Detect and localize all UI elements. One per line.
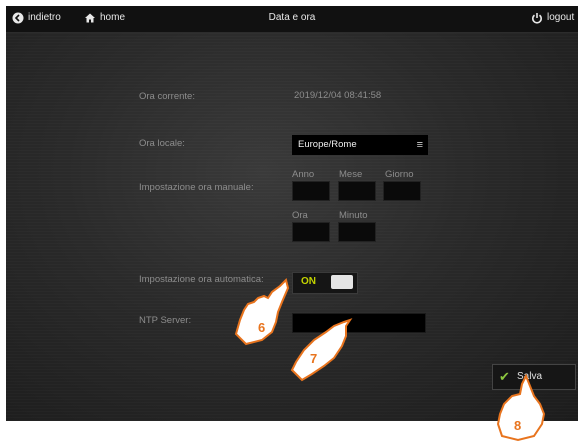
callout-hand-8: 8 (496, 374, 546, 442)
current-time-label: Ora corrente: (139, 91, 195, 102)
minute-label: Minuto (339, 210, 368, 221)
manual-time-label: Impostazione ora manuale: (139, 182, 254, 193)
menu-icon: ≡ (416, 139, 423, 151)
callout-hand-6: 6 (234, 278, 290, 346)
timezone-value: Europe/Rome (298, 139, 357, 150)
auto-time-toggle[interactable]: ON (292, 272, 358, 294)
logout-label: logout (547, 12, 575, 23)
day-label: Giorno (385, 169, 414, 180)
page-title: Data e ora (268, 12, 316, 23)
top-bar: indietro home Data e ora logout (6, 6, 578, 33)
toggle-state-label: ON (301, 276, 316, 287)
month-label: Mese (339, 169, 363, 180)
toggle-knob (331, 275, 353, 289)
callout-number-6: 6 (258, 320, 265, 335)
callout-hand-7: 7 (290, 318, 353, 382)
ntp-server-label: NTP Server: (139, 315, 192, 326)
callout-number-7: 7 (310, 351, 317, 366)
current-time-value: 2019/12/04 08:41:58 (294, 90, 382, 101)
year-label: Anno (292, 169, 315, 180)
month-field[interactable] (338, 181, 376, 201)
hour-field[interactable] (292, 222, 330, 242)
hour-label: Ora (292, 210, 308, 221)
local-time-label: Ora locale: (139, 138, 185, 149)
day-field[interactable] (383, 181, 421, 201)
power-icon (532, 13, 542, 24)
timezone-select[interactable]: Europe/Rome ≡ (292, 135, 428, 155)
logout-button[interactable]: logout (531, 11, 574, 25)
hand-icon (290, 318, 353, 382)
minute-field[interactable] (338, 222, 376, 242)
year-field[interactable] (292, 181, 330, 201)
callout-number-8: 8 (514, 418, 521, 433)
